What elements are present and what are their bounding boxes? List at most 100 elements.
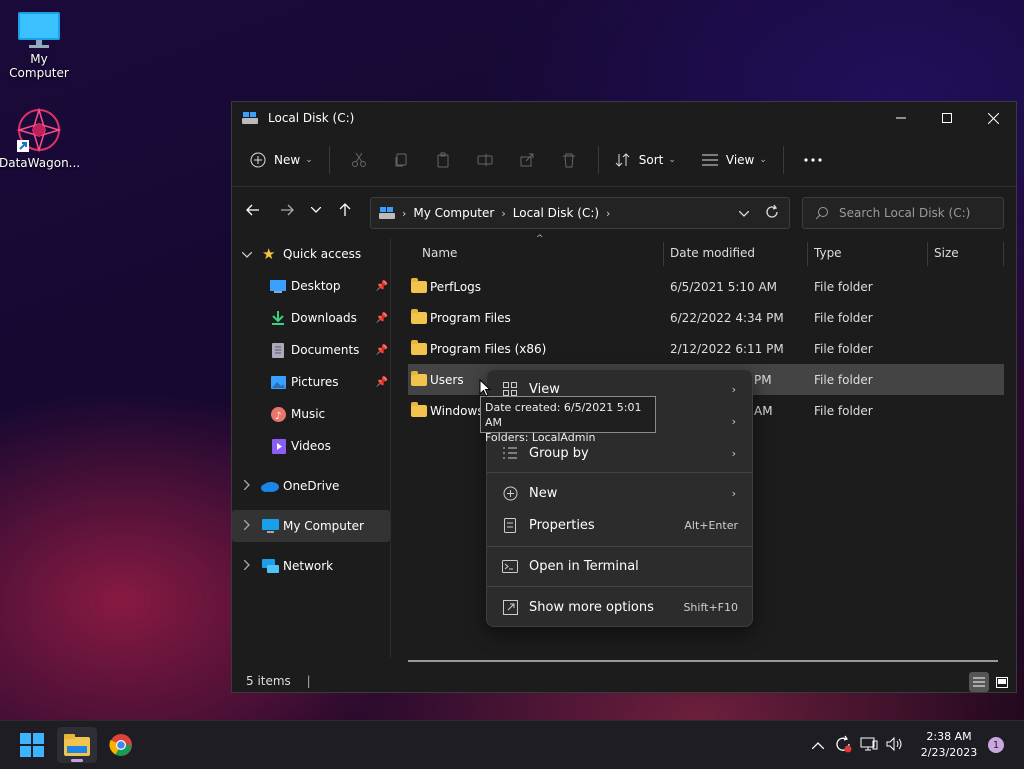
chevron-right-icon: ›: [501, 206, 506, 220]
plus-circle-icon: [250, 152, 266, 168]
delete-button[interactable]: [552, 143, 586, 177]
view-button[interactable]: View ⌄: [694, 143, 775, 177]
volume-button[interactable]: [886, 736, 904, 754]
ellipsis-icon: [804, 158, 822, 162]
file-name: Program Files: [430, 310, 511, 325]
tiles-view-icon: [996, 676, 1008, 688]
column-divider[interactable]: [663, 242, 664, 266]
sync-status-button[interactable]: [834, 735, 852, 756]
taskbar-chrome[interactable]: [101, 727, 141, 763]
sidebar-item-network[interactable]: Network: [232, 550, 390, 582]
menu-item-show-more-options[interactable]: Show more options Shift+F10: [487, 592, 752, 622]
show-hidden-icons-button[interactable]: [811, 739, 825, 752]
breadcrumb-local-disk[interactable]: Local Disk (C:): [513, 206, 599, 220]
sidebar-label: Pictures: [291, 375, 339, 389]
column-header-date[interactable]: Date modified: [670, 246, 755, 260]
status-bar: 5 items |: [246, 674, 311, 688]
more-options-button[interactable]: [796, 143, 830, 177]
taskbar-file-explorer[interactable]: [57, 727, 97, 763]
maximize-button[interactable]: [924, 102, 970, 134]
start-button[interactable]: [12, 727, 52, 763]
recent-locations-button[interactable]: [304, 194, 328, 226]
sidebar-item-downloads[interactable]: Downloads 📌: [232, 302, 390, 334]
star-icon: ★: [262, 245, 276, 263]
file-row-program-files-x86[interactable]: Program Files (x86) 2/12/2022 6:11 PM Fi…: [408, 333, 1004, 364]
new-button[interactable]: New ⌄: [242, 143, 321, 177]
chevron-right-icon: ›: [731, 446, 736, 460]
clock-button[interactable]: 2:38 AM 2/23/2023: [913, 729, 985, 761]
details-view-button[interactable]: [969, 672, 989, 692]
plus-circle-icon: [501, 486, 519, 501]
clock-date: 2/23/2023: [920, 746, 978, 759]
document-icon: [272, 342, 284, 358]
desktop-icon-datawagon[interactable]: DataWagon...: [0, 106, 80, 170]
breadcrumb-my-computer[interactable]: My Computer: [413, 206, 494, 220]
chevron-right-icon: ›: [731, 382, 736, 396]
menu-item-label: View: [529, 381, 560, 397]
details-view-icon: [973, 677, 985, 687]
menu-item-open-terminal[interactable]: Open in Terminal: [487, 551, 752, 581]
pane-divider[interactable]: [390, 238, 391, 658]
forward-button[interactable]: [270, 194, 304, 226]
file-type: File folder: [814, 310, 873, 325]
tiles-view-button[interactable]: [992, 672, 1012, 692]
menu-item-properties[interactable]: Properties Alt+Enter: [487, 510, 752, 540]
drive-icon: [242, 112, 258, 124]
sidebar-item-music[interactable]: ♪ Music: [232, 398, 390, 430]
file-type: File folder: [814, 403, 873, 418]
horizontal-scrollbar[interactable]: [408, 660, 998, 662]
chevron-up-icon: [811, 741, 825, 749]
pin-icon: 📌: [375, 312, 388, 324]
column-divider[interactable]: [1003, 242, 1004, 266]
sidebar-label: Music: [291, 407, 326, 421]
column-divider[interactable]: [927, 242, 928, 266]
column-divider[interactable]: [807, 242, 808, 266]
desktop-icon-label: My Computer: [9, 52, 69, 80]
column-header-type[interactable]: Type: [814, 246, 842, 260]
copy-button[interactable]: [384, 143, 418, 177]
column-header-size[interactable]: Size: [934, 246, 959, 260]
sidebar-item-documents[interactable]: Documents 📌: [232, 334, 390, 366]
file-row-perflogs[interactable]: PerfLogs 6/5/2021 5:10 AM File folder: [408, 271, 1004, 302]
up-button[interactable]: [328, 194, 362, 226]
close-icon: [987, 112, 999, 124]
sidebar-item-videos[interactable]: Videos: [232, 430, 390, 462]
system-tray: [811, 721, 904, 769]
chevron-down-icon: [738, 210, 750, 217]
sidebar-label: Network: [283, 559, 334, 573]
network-status-button[interactable]: [860, 736, 878, 755]
folder-icon: [411, 278, 427, 293]
sidebar-item-quick-access[interactable]: ★ Quick access: [232, 238, 390, 270]
back-button[interactable]: [236, 194, 270, 226]
paste-button[interactable]: [426, 143, 460, 177]
rename-button[interactable]: [468, 143, 502, 177]
sidebar-item-pictures[interactable]: Pictures 📌: [232, 366, 390, 398]
sidebar-item-onedrive[interactable]: OneDrive: [232, 470, 390, 502]
refresh-button[interactable]: [765, 204, 779, 222]
share-button[interactable]: [510, 143, 544, 177]
menu-item-new[interactable]: New ›: [487, 478, 752, 508]
cut-button[interactable]: [342, 143, 376, 177]
minimize-button[interactable]: [878, 102, 924, 134]
search-box[interactable]: Search Local Disk (C:): [802, 197, 1004, 229]
cloud-icon: [261, 481, 279, 492]
column-header-name[interactable]: Name: [422, 246, 457, 260]
file-date: 6/22/2022 4:34 PM: [670, 310, 784, 325]
desktop-icon-my-computer[interactable]: My Computer: [0, 10, 79, 80]
sidebar-item-my-computer[interactable]: My Computer: [232, 510, 390, 542]
file-row-program-files[interactable]: Program Files 6/22/2022 4:34 PM File fol…: [408, 302, 1004, 333]
minimize-icon: [896, 117, 906, 119]
folder-icon: [411, 309, 427, 324]
notification-badge[interactable]: 1: [988, 737, 1004, 753]
clipboard-icon: [437, 152, 449, 168]
tooltip-folders: Folders: LocalAdmin: [485, 431, 596, 444]
pictures-icon: [271, 375, 286, 389]
sidebar-item-desktop[interactable]: Desktop 📌: [232, 270, 390, 302]
pin-icon: 📌: [375, 376, 388, 388]
address-dropdown-button[interactable]: [738, 206, 750, 220]
sort-button[interactable]: Sort ⌄: [607, 143, 684, 177]
title-bar[interactable]: Local Disk (C:): [232, 102, 1016, 134]
close-button[interactable]: [970, 102, 1016, 134]
address-bar[interactable]: › My Computer › Local Disk (C:) ›: [370, 197, 790, 229]
menu-separator: [487, 472, 752, 473]
